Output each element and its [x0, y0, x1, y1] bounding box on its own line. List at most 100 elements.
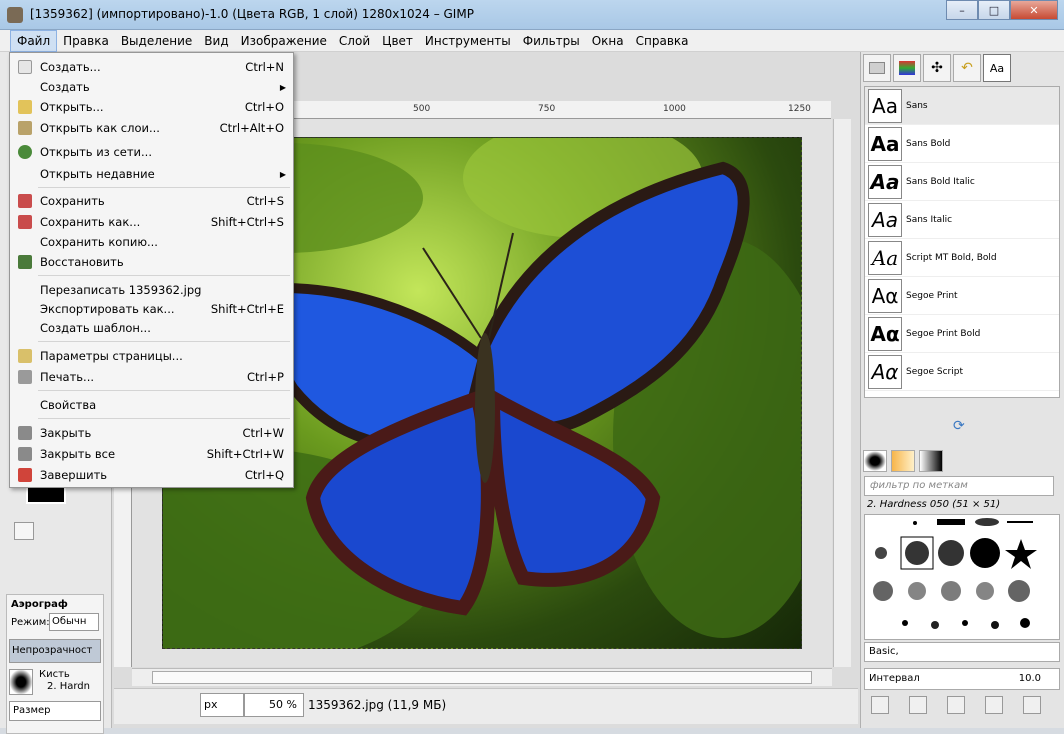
menu-item-open-location[interactable]: Открыть из сети... [10, 142, 293, 162]
paths-tab[interactable]: ✣ [923, 54, 951, 82]
menu-colors[interactable]: Цвет [376, 30, 419, 52]
menu-layer[interactable]: Слой [333, 30, 376, 52]
menu-item-label: Открыть как слои... [40, 121, 160, 135]
menu-tools[interactable]: Инструменты [419, 30, 517, 52]
open-layers-icon [18, 121, 32, 135]
menu-item-create-template[interactable]: Создать шаблон... [10, 318, 293, 338]
unit-select[interactable]: px [200, 693, 244, 717]
font-name: Script MT Bold, Bold [906, 252, 997, 263]
menu-item-properties[interactable]: Свойства [10, 395, 293, 415]
brush-grid[interactable] [864, 514, 1060, 640]
font-item[interactable]: Aα Segoe Print [865, 277, 1059, 315]
menu-select[interactable]: Выделение [115, 30, 198, 52]
refresh-brushes-icon[interactable] [1023, 696, 1041, 714]
folder-icon [18, 100, 32, 114]
menu-item-open-as-layers[interactable]: Открыть как слои... Ctrl+Alt+O [10, 118, 293, 138]
save-icon [18, 194, 32, 208]
window-title: [1359362] (импортировано)-1.0 (Цвета RGB… [30, 7, 474, 21]
size-slider[interactable]: Размер [9, 701, 101, 721]
interval-slider[interactable]: Интервал 10.0 [864, 668, 1060, 690]
zoom-select[interactable]: 50 % [244, 693, 304, 717]
vertical-scrollbar[interactable] [833, 119, 851, 667]
menu-edit[interactable]: Правка [57, 30, 115, 52]
channels-tab[interactable] [893, 54, 921, 82]
menu-item-label: Сохранить [40, 194, 105, 208]
menu-image[interactable]: Изображение [235, 30, 333, 52]
menu-separator [38, 418, 290, 419]
tool-options-tab[interactable] [14, 522, 34, 540]
font-item[interactable]: Aa Script MT Bold, Bold [865, 239, 1059, 277]
font-item[interactable]: Aa Sans Bold [865, 125, 1059, 163]
font-preview: Aα [868, 278, 902, 313]
patterns-tab[interactable] [891, 450, 915, 472]
mode-select[interactable]: Обычн [49, 613, 99, 631]
menu-item-shortcut: Ctrl+S [246, 194, 284, 208]
menu-item-shortcut: Shift+Ctrl+W [206, 447, 284, 461]
file-menu-dropdown: Создать... Ctrl+N Создать ▶ Открыть... C… [9, 52, 294, 488]
new-brush-icon[interactable] [909, 696, 927, 714]
gradients-tab[interactable] [919, 450, 943, 472]
layers-icon [869, 62, 885, 74]
tool-options-panel: Аэрограф Режим: Обычн Непрозрачност Кист… [6, 594, 104, 734]
menu-item-open[interactable]: Открыть... Ctrl+O [10, 97, 293, 117]
brush-preview[interactable] [9, 669, 33, 695]
menu-item-label: Открыть недавние [40, 167, 155, 181]
menu-item-export-as[interactable]: Экспортировать как... Shift+Ctrl+E [10, 299, 293, 319]
font-item[interactable]: Aa Sans Bold Italic [865, 163, 1059, 201]
interval-label: Интервал [869, 673, 920, 684]
font-name: Segoe Print [906, 290, 958, 301]
brushes-tab[interactable] [863, 450, 887, 472]
close-window-button[interactable]: ✕ [1010, 0, 1058, 20]
right-dock: ✣ ↶ Aa Aa Sans Aa Sans Bold Aa Sans Bold… [860, 52, 1064, 728]
menu-separator [38, 341, 290, 342]
menu-filters[interactable]: Фильтры [517, 30, 586, 52]
menu-file[interactable]: Файл [10, 29, 58, 52]
font-preview: Aa [868, 202, 902, 237]
menu-item-create[interactable]: Создать ▶ [10, 77, 293, 97]
layers-tab[interactable] [863, 54, 891, 82]
font-item[interactable]: Aα Segoe Script [865, 353, 1059, 391]
menu-item-close[interactable]: Закрыть Ctrl+W [10, 423, 293, 443]
menu-help[interactable]: Справка [630, 30, 695, 52]
new-document-icon [18, 60, 32, 74]
brush-preset-select[interactable]: Basic, [864, 642, 1060, 662]
menu-view[interactable]: Вид [198, 30, 234, 52]
font-list: Aa Sans Aa Sans Bold Aa Sans Bold Italic… [864, 86, 1060, 398]
menu-item-save-as[interactable]: Сохранить как... Shift+Ctrl+S [10, 212, 293, 232]
undo-tab[interactable]: ↶ [953, 54, 981, 82]
minimize-button[interactable]: – [946, 0, 978, 20]
horizontal-scroll-thumb[interactable] [152, 671, 812, 684]
window-controls: – □ ✕ [946, 0, 1058, 20]
edit-brush-icon[interactable] [871, 696, 889, 714]
maximize-button[interactable]: □ [978, 0, 1010, 20]
menu-item-label: Сохранить как... [40, 215, 141, 229]
title-bar: [1359362] (импортировано)-1.0 (Цвета RGB… [0, 0, 1064, 30]
mode-label: Режим: [11, 617, 50, 628]
menu-item-save[interactable]: Сохранить Ctrl+S [10, 191, 293, 211]
brush-label: Кисть [39, 669, 70, 680]
font-item[interactable]: Aa Sans [865, 87, 1059, 125]
font-item[interactable]: Aα Segoe Print Bold [865, 315, 1059, 353]
fonts-tab[interactable]: Aa [983, 54, 1011, 82]
menu-item-save-copy[interactable]: Сохранить копию... [10, 232, 293, 252]
menu-item-open-recent[interactable]: Открыть недавние ▶ [10, 164, 293, 184]
brush-tag-filter[interactable]: фильтр по меткам [864, 476, 1054, 496]
undo-icon: ↶ [961, 60, 973, 76]
menu-item-print[interactable]: Печать... Ctrl+P [10, 367, 293, 387]
duplicate-brush-icon[interactable] [947, 696, 965, 714]
menu-item-label: Закрыть все [40, 447, 116, 461]
horizontal-scrollbar[interactable] [132, 668, 832, 686]
print-icon [18, 370, 32, 384]
menu-item-close-all[interactable]: Закрыть все Shift+Ctrl+W [10, 444, 293, 464]
menu-windows[interactable]: Окна [586, 30, 630, 52]
opacity-slider[interactable]: Непрозрачност [9, 639, 101, 663]
dock-tabs: ✣ ↶ Aa [861, 52, 1064, 84]
font-item[interactable]: Aa Sans Italic [865, 201, 1059, 239]
menu-item-revert[interactable]: Восстановить [10, 252, 293, 272]
refresh-fonts-icon[interactable]: ⟳ [953, 418, 965, 434]
menu-item-overwrite[interactable]: Перезаписать 1359362.jpg [10, 280, 293, 300]
menu-item-page-setup[interactable]: Параметры страницы... [10, 346, 293, 366]
menu-item-new[interactable]: Создать... Ctrl+N [10, 57, 293, 77]
delete-brush-icon[interactable] [985, 696, 1003, 714]
menu-item-quit[interactable]: Завершить Ctrl+Q [10, 465, 293, 485]
